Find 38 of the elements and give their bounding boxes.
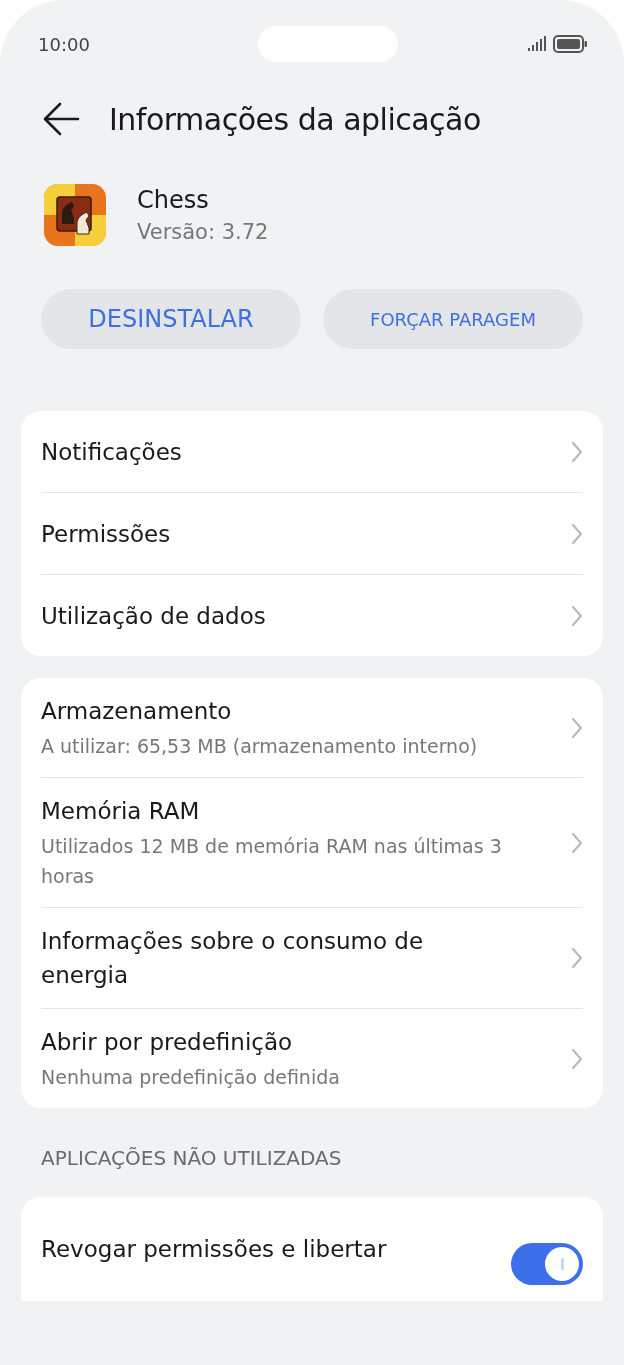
signal-icon: [527, 36, 547, 52]
row-title: Abrir por predefinição: [41, 1028, 294, 1057]
app-version: Versão: 3.72: [137, 220, 269, 244]
battery-icon: [553, 35, 588, 53]
row-title: Armazenamento: [41, 697, 233, 726]
settings-row[interactable]: Abrir por predefinição Nenhuma predefinição definida: [41, 1009, 583, 1108]
chevron-icon: [571, 831, 583, 854]
toggle-switch[interactable]: [511, 1243, 583, 1285]
status-time: 10:00: [38, 33, 90, 55]
settings-row[interactable]: Memória RAM Utilizados 12 MB de memória RAM nas últimas 3 horas: [41, 778, 583, 907]
settings-row[interactable]: Armazenamento A utilizar: 65,53 MB (armazenamento interno): [41, 678, 583, 777]
chess-app-icon: [44, 184, 106, 246]
row-title: Utilização de dados: [41, 601, 266, 631]
section-header: APLICAÇÕES NÃO UTILIZADAS: [40, 1145, 343, 1172]
row-title: Notificações: [41, 437, 182, 467]
chevron-icon: [571, 440, 583, 463]
row-title: Revogar permissões e libertar: [41, 1235, 387, 1264]
settings-row[interactable]: Revogar permissões e libertar: [41, 1197, 583, 1301]
row-title: Memória RAM: [41, 797, 201, 826]
settings-row[interactable]: Permissões: [41, 493, 583, 574]
row-subtitle: Nenhuma predefinição definida: [41, 1065, 340, 1090]
chevron-icon: [571, 604, 583, 627]
chevron-icon: [571, 716, 583, 739]
page-title: Informações da aplicação: [109, 101, 481, 137]
row-subtitle: Utilizados 12 MB de memória RAM nas últimas 3 horas: [41, 834, 503, 889]
back-button[interactable]: [42, 101, 82, 137]
app-name: Chess: [137, 186, 210, 214]
action-button[interactable]: FORÇAR PARAGEM: [323, 289, 583, 349]
action-button[interactable]: DESINSTALAR: [41, 289, 301, 349]
chevron-icon: [571, 1047, 583, 1070]
settings-row[interactable]: Informações sobre o consumo de energia: [41, 908, 583, 1008]
settings-row[interactable]: Notificações: [41, 411, 583, 492]
chevron-icon: [571, 947, 583, 969]
row-subtitle: A utilizar: 65,53 MB (armazenamento interno): [41, 734, 478, 759]
chevron-icon: [571, 522, 583, 545]
row-title: Informações sobre o consumo de energia: [41, 927, 425, 990]
settings-row[interactable]: Utilização de dados: [41, 575, 583, 656]
row-title: Permissões: [41, 519, 171, 549]
